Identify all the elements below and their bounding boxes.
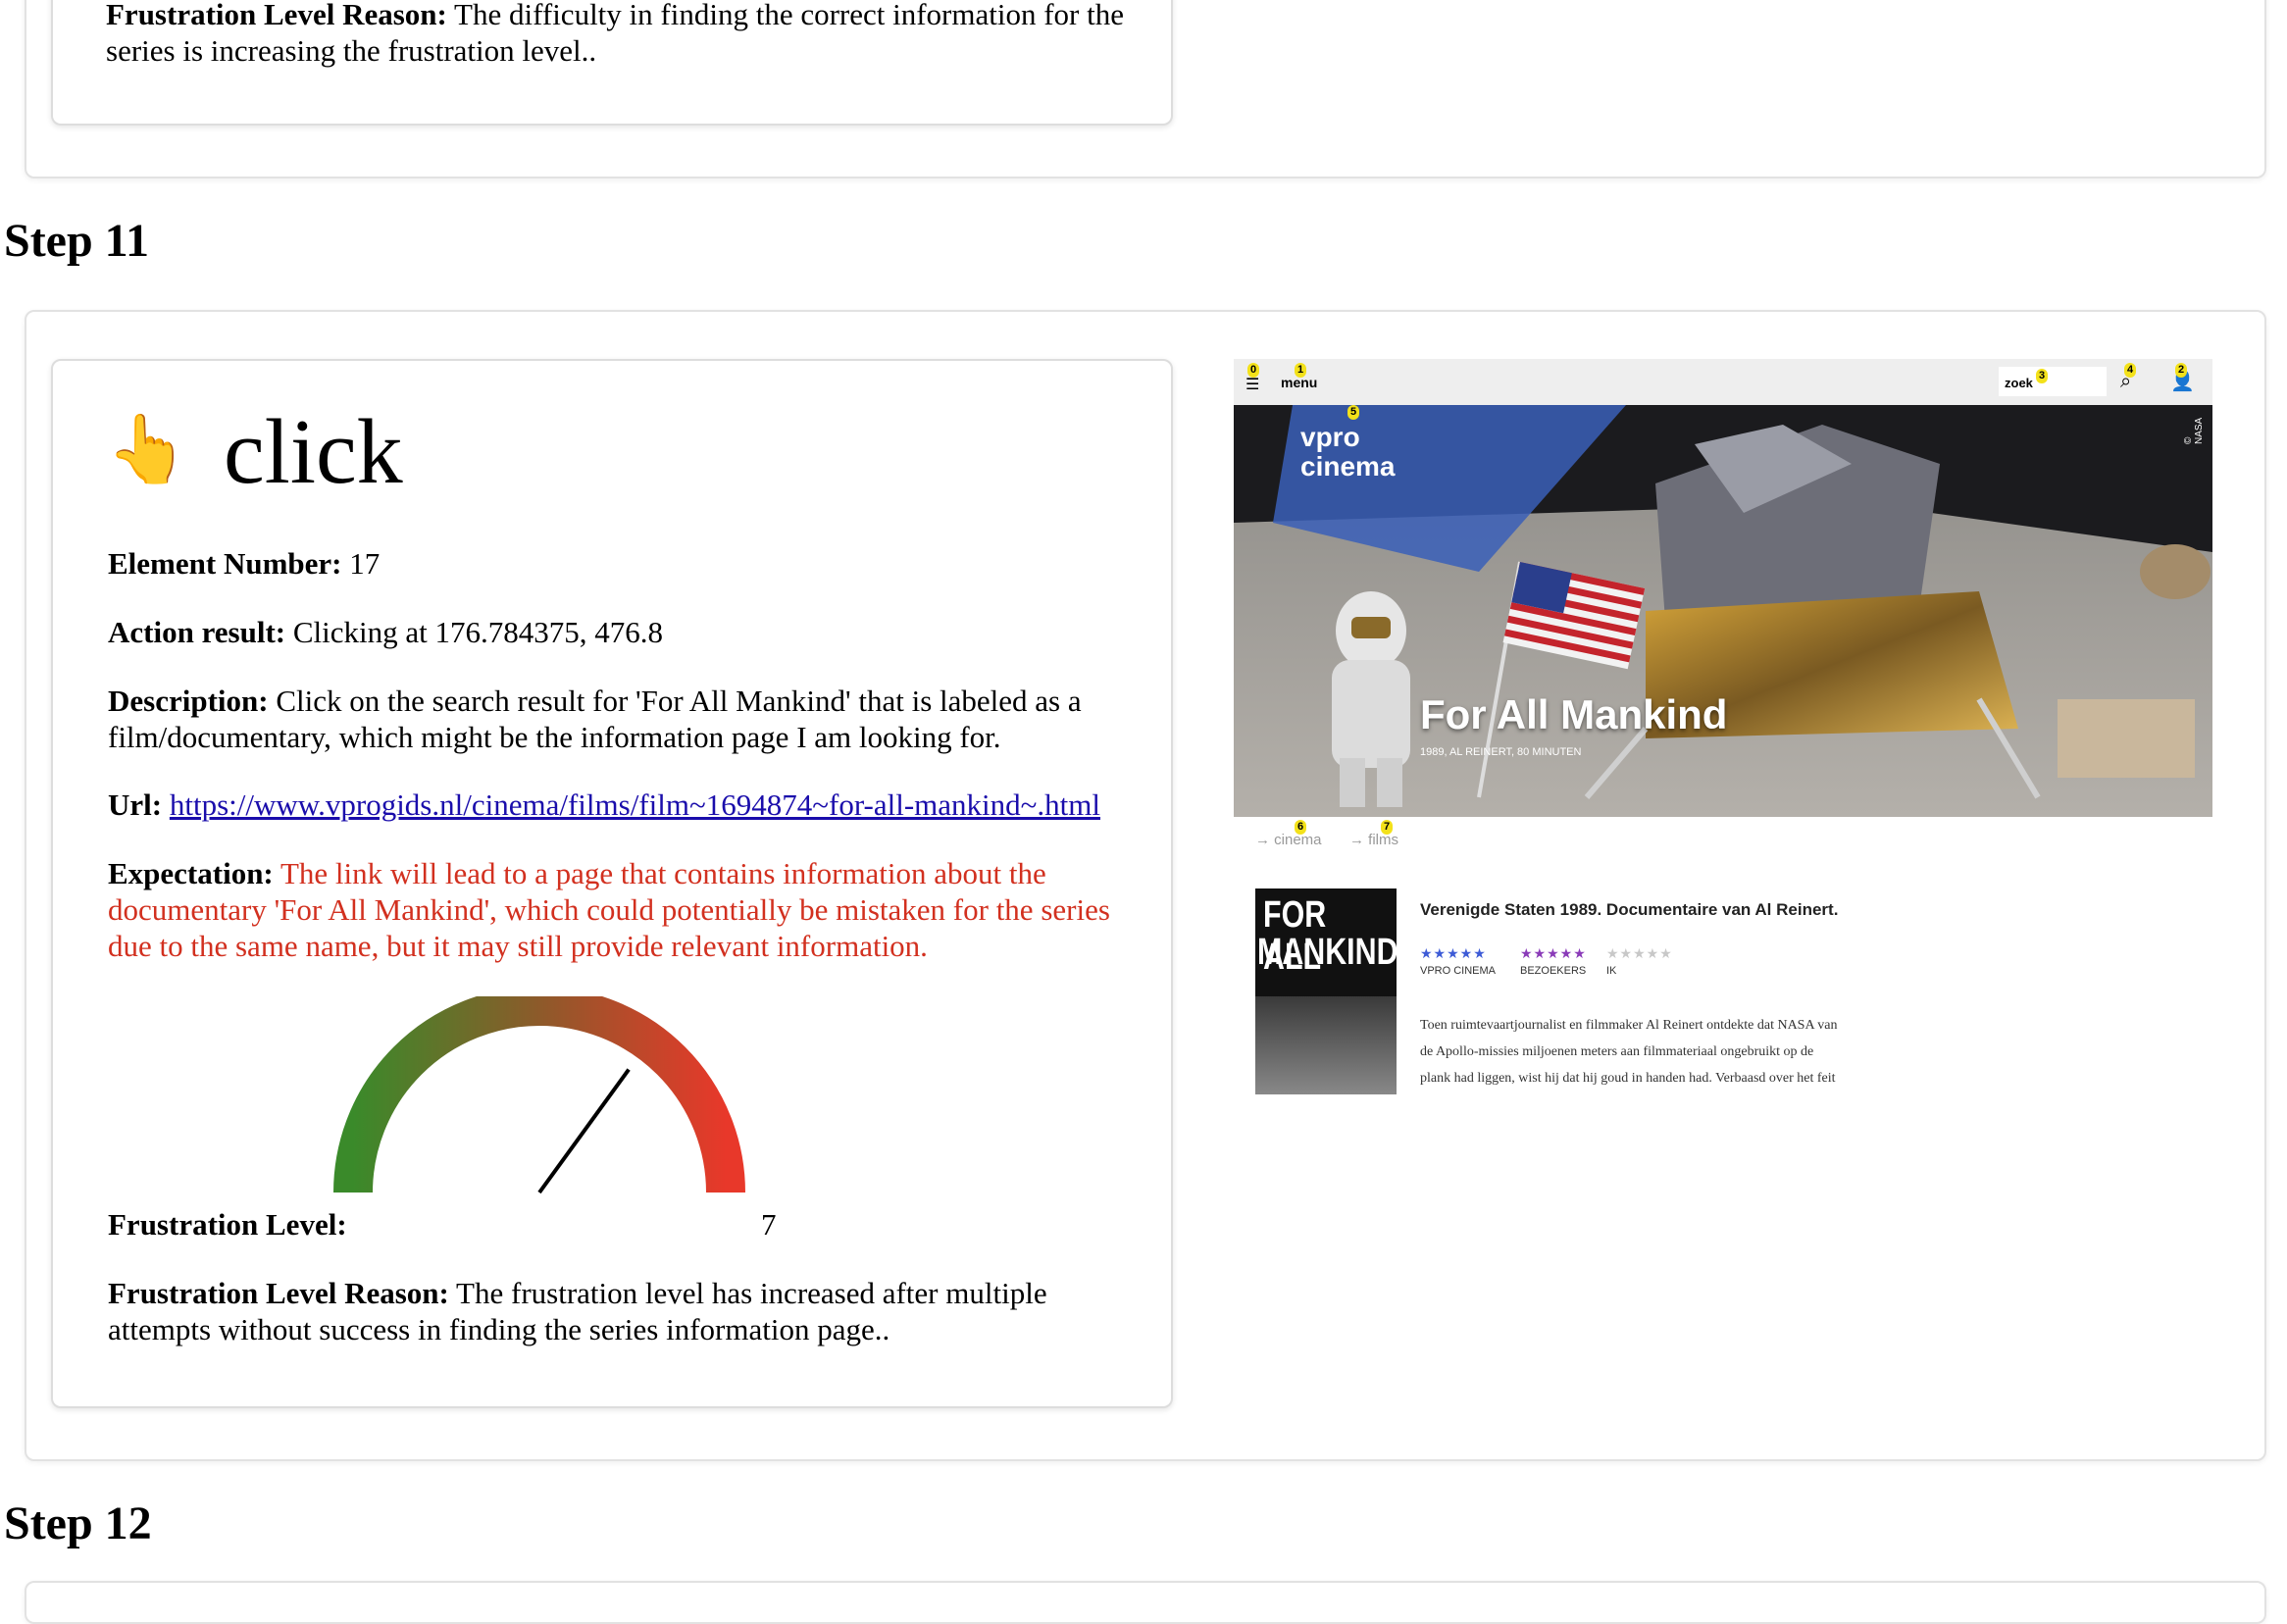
rating-me-stars[interactable]: ★★★★★ <box>1606 945 1673 962</box>
rating-visitors-label: BEZOEKERS <box>1520 965 1587 977</box>
film-poster[interactable]: FOR ALL MANKIND <box>1255 888 1397 1094</box>
step-12-heading: Step 12 <box>4 1497 152 1549</box>
description-line1: Click on the search result for 'For All … <box>276 684 1082 718</box>
element-marker: 1 <box>1295 363 1307 378</box>
synopsis-line3: plank had liggen, wist hij dat hij goud … <box>1420 1071 1836 1086</box>
rating-me-label: IK <box>1606 965 1617 977</box>
step-12-card <box>25 1581 2266 1624</box>
frustration-reason-line1: The difficulty in finding the correct in… <box>454 0 1124 31</box>
site-search-box[interactable]: zoek <box>1999 367 2107 396</box>
frustration-level-label: Frustration Level: <box>108 1207 347 1242</box>
frustration-reason-label: Frustration Level Reason: <box>106 0 447 31</box>
rating-vpro-label: VPRO CINEMA <box>1420 965 1497 977</box>
frustration-reason-line1: The frustration level has increased afte… <box>456 1276 1047 1310</box>
expectation-line3: due to the same name, but it may still p… <box>108 929 928 963</box>
breadcrumb-cinema[interactable]: → cinema <box>1255 832 1322 848</box>
action-type: click <box>224 401 403 503</box>
element-marker: 3 <box>2036 369 2049 383</box>
element-number-label: Element Number: <box>108 546 342 581</box>
action-result: Clicking at 176.784375, 476.8 <box>292 615 664 649</box>
gauge-arc <box>333 996 745 1193</box>
rating-vpro-stars: ★★★★★ <box>1420 945 1487 961</box>
hero-image: vpro cinema © NASA For All Mankind 1989,… <box>1234 405 2212 817</box>
element-marker: 6 <box>1295 820 1307 835</box>
page-screenshot: ☰ menu zoek ⌕ 👤 0 1 3 4 2 vpro cinema © … <box>1234 359 2212 1094</box>
site-topbar: ☰ menu zoek ⌕ 👤 0 1 3 4 2 <box>1234 359 2212 405</box>
url-label: Url: <box>108 787 163 822</box>
breadcrumb-films[interactable]: → films <box>1349 832 1398 848</box>
frustration-gauge <box>333 996 745 1194</box>
element-marker: 5 <box>1347 405 1360 420</box>
element-marker: 2 <box>2175 363 2188 378</box>
expectation-label: Expectation: <box>108 856 274 890</box>
film-hero-meta: 1989, AL REINERT, 80 MINUTEN <box>1420 746 1582 758</box>
description-label: Description: <box>108 684 269 718</box>
frustration-reason-line2: attempts without success in finding the … <box>108 1312 890 1346</box>
film-hero-title: For All Mankind <box>1420 691 1728 737</box>
step-10-action-card: Frustration Level Reason: The difficulty… <box>51 0 1173 126</box>
synopsis-line1: Toen ruimtevaartjournalist en filmmaker … <box>1420 1018 1838 1033</box>
action-result-label: Action result: <box>108 615 286 649</box>
frustration-reason-label: Frustration Level Reason: <box>108 1276 449 1310</box>
expectation-line2: documentary 'For All Mankind', which cou… <box>108 892 1110 927</box>
frustration-reason-line2: series is increasing the frustration lev… <box>106 33 597 68</box>
element-marker: 7 <box>1381 820 1394 835</box>
site-logo-line2: cinema <box>1300 451 1396 482</box>
poster-title-line2: MANKIND <box>1257 932 1397 973</box>
step-11-action-card: 👆 click Element Number: 17 Action result… <box>51 359 1173 1408</box>
poster-moon-surface <box>1255 996 1397 1094</box>
film-subtitle: Verenigde Staten 1989. Documentaire van … <box>1420 900 1839 919</box>
pointing-hand-icon: 👆 <box>106 411 189 488</box>
description-line2: film/documentary, which might be the inf… <box>108 720 1001 754</box>
expectation-line1: The link will lead to a page that contai… <box>280 856 1046 890</box>
step-11-heading: Step 11 <box>4 215 150 267</box>
element-number: 17 <box>349 546 381 581</box>
site-logo[interactable]: vpro cinema <box>1300 423 1396 482</box>
synopsis-line2: de Apollo-missies miljoenen meters aan f… <box>1420 1044 1814 1059</box>
film-synopsis: Toen ruimtevaartjournalist en filmmaker … <box>1420 1012 1838 1091</box>
rating-visitors-stars: ★★★★★ <box>1520 945 1587 961</box>
site-search-label: zoek <box>2005 376 2033 390</box>
nasa-credit: © NASA <box>2183 417 2205 444</box>
site-logo-line1: vpro <box>1300 422 1360 452</box>
element-marker: 4 <box>2124 363 2137 378</box>
frustration-level-value: 7 <box>761 1207 777 1242</box>
gauge-needle <box>537 1068 631 1194</box>
element-marker: 0 <box>1247 363 1260 378</box>
url-link[interactable]: https://www.vprogids.nl/cinema/films/fil… <box>170 787 1100 822</box>
